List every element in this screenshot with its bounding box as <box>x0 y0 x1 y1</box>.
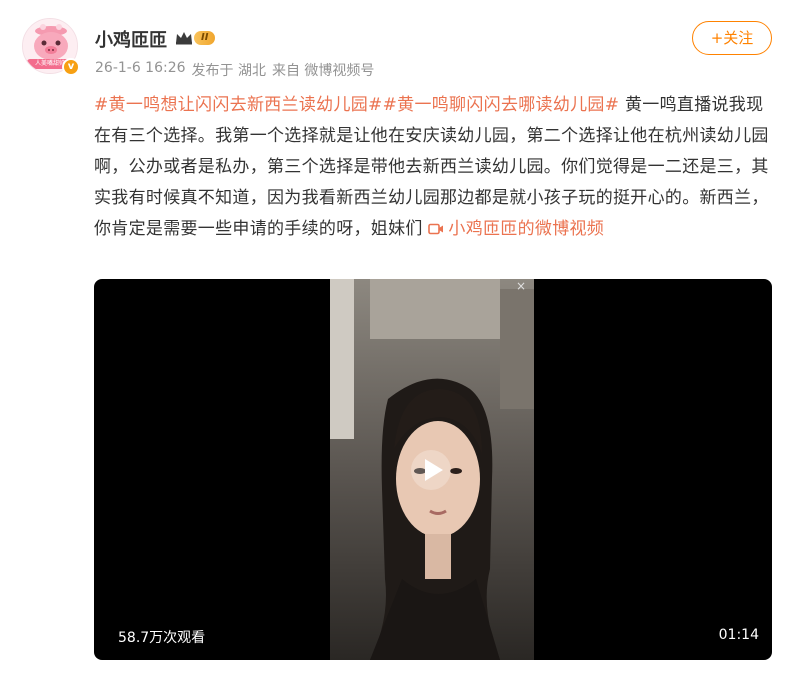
verified-badge-icon: v <box>62 58 80 76</box>
video-camera-icon <box>428 223 444 235</box>
post-body-text: 黄一鸣直播说我现在有三个选择。我第一个选择就是让他在安庆读幼儿园，第二个选择让他… <box>94 95 769 239</box>
video-link-label: 小鸡匝匝的微博视频 <box>448 219 605 239</box>
level-label: II <box>194 31 216 45</box>
post-meta: 26-1-6 16:26 发布于 湖北 来自 微博视频号 <box>95 60 374 80</box>
video-player[interactable]: × 58.7万次观看 01:14 <box>94 279 772 660</box>
close-icon[interactable]: × <box>514 279 528 293</box>
post-source: 来自 微博视频号 <box>271 63 375 79</box>
author-name[interactable]: 小鸡匝匝 <box>95 26 167 52</box>
crown-icon <box>176 32 192 45</box>
author-avatar[interactable]: 人美嘴甜帅 v <box>22 18 80 76</box>
topic-tag[interactable]: #黄一鸣想让闪闪去新西兰读幼儿园# <box>94 95 383 115</box>
follow-button[interactable]: +关注 <box>692 21 772 55</box>
post-time[interactable]: 26-1-6 16:26 <box>95 60 186 80</box>
post-location: 发布于 湖北 <box>191 63 266 79</box>
post-body: #黄一鸣想让闪闪去新西兰读幼儿园##黄一鸣聊闪闪去哪读幼儿园# 黄一鸣直播说我现… <box>94 90 774 245</box>
video-source-link[interactable]: 小鸡匝匝的微博视频 <box>428 219 604 239</box>
video-duration: 01:14 <box>718 627 759 643</box>
user-level-badge[interactable]: II <box>175 30 216 46</box>
play-icon[interactable] <box>410 449 452 491</box>
view-count: 58.7万次观看 <box>118 630 206 646</box>
topic-tag[interactable]: #黄一鸣聊闪闪去哪读幼儿园# <box>383 95 620 115</box>
